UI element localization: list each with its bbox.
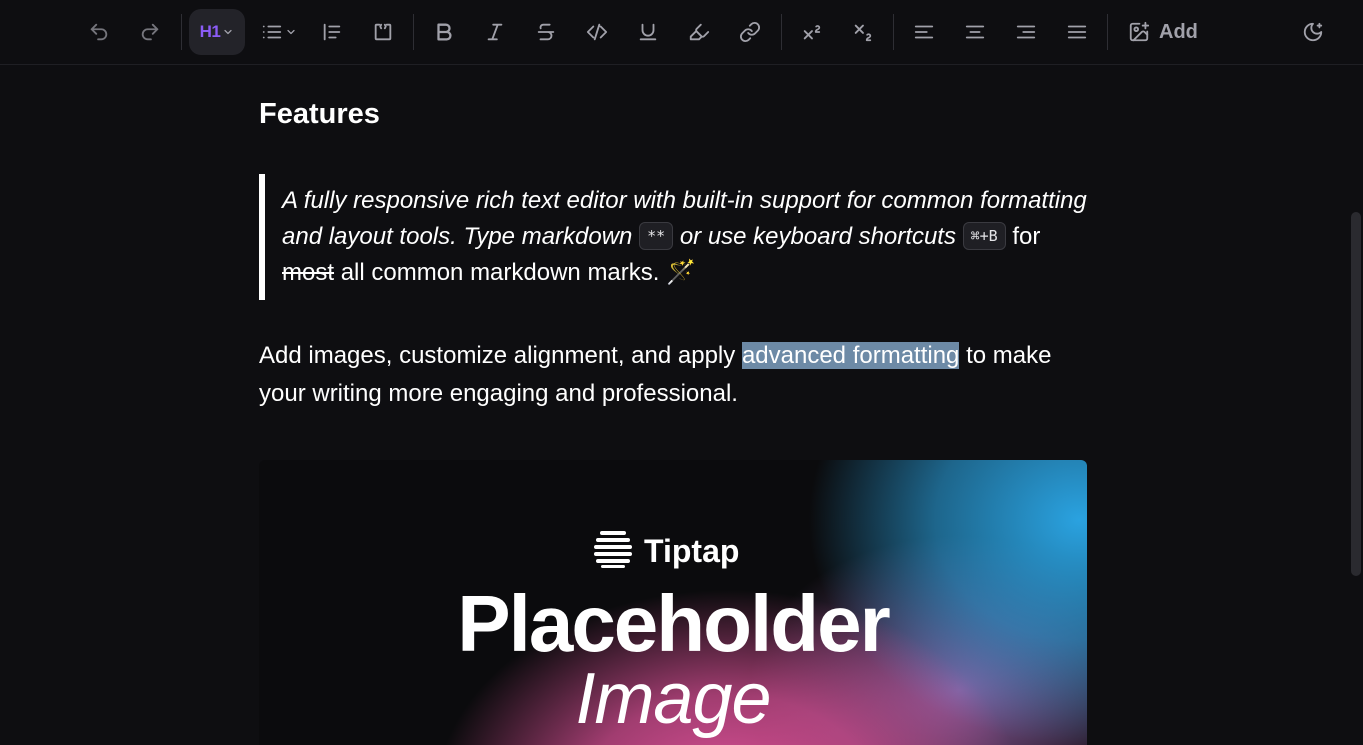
superscript-icon (801, 21, 823, 43)
undo-icon (88, 21, 110, 43)
chevron-down-icon (285, 26, 297, 38)
italic-icon (484, 21, 506, 43)
strikethrough-button[interactable] (526, 9, 566, 55)
bold-button[interactable] (424, 9, 464, 55)
blockquote-text: A fully responsive rich text editor with… (282, 174, 1089, 291)
align-left-button[interactable] (904, 9, 944, 55)
list-dropdown-button[interactable] (257, 9, 301, 55)
placeholder-title: Placeholder (457, 579, 891, 668)
italic-button[interactable] (475, 9, 515, 55)
markdown-kbd: ** (639, 222, 674, 250)
link-button[interactable] (730, 9, 770, 55)
body-paragraph: Add images, customize alignment, and app… (259, 337, 1099, 413)
align-right-button[interactable] (1006, 9, 1046, 55)
bold-icon (433, 21, 455, 43)
toolbar-separator (781, 14, 782, 50)
underline-icon (637, 21, 659, 43)
align-center-button[interactable] (955, 9, 995, 55)
align-justify-icon (1066, 21, 1088, 43)
code-block-icon (372, 21, 394, 43)
theme-toggle-button[interactable] (1293, 9, 1333, 55)
toolbar-separator (413, 14, 414, 50)
add-image-label: Add (1159, 20, 1198, 43)
align-right-icon (1015, 21, 1037, 43)
blockquote: A fully responsive rich text editor with… (259, 174, 1089, 300)
tiptap-brand-name: Tiptap (644, 532, 740, 569)
strikethrough-text: most (282, 259, 335, 286)
scrollbar-thumb[interactable] (1351, 212, 1361, 576)
quote-text-part: all common markdown marks. (340, 259, 660, 286)
redo-icon (139, 21, 161, 43)
list-icon (261, 21, 283, 43)
add-image-button[interactable]: Add (1118, 9, 1212, 55)
redo-button[interactable] (130, 9, 170, 55)
placeholder-image[interactable]: Tiptap Placeholder Image (259, 460, 1087, 745)
image-plus-icon (1128, 21, 1150, 43)
shortcut-kbd: ⌘+B (962, 222, 1006, 250)
subscript-button[interactable] (843, 9, 883, 55)
toolbar-separator (893, 14, 894, 50)
features-heading: Features (259, 98, 380, 130)
toolbar-separator (181, 14, 182, 50)
subscript-icon (852, 21, 874, 43)
align-left-icon (913, 21, 935, 43)
toolbar-separator (1107, 14, 1108, 50)
link-icon (739, 21, 761, 43)
code-block-button[interactable] (363, 9, 403, 55)
paragraph-text: Add images, customize alignment, and app… (259, 342, 736, 369)
blockquote-icon (321, 21, 343, 43)
placeholder-subtitle: Image (575, 659, 771, 739)
chevron-down-icon (222, 26, 234, 38)
moon-icon (1302, 21, 1324, 43)
heading-label: H1 (199, 22, 221, 41)
align-center-icon (964, 21, 986, 43)
superscript-button[interactable] (792, 9, 832, 55)
highlight-button[interactable] (679, 9, 719, 55)
strikethrough-icon (535, 21, 557, 43)
code-icon (586, 21, 608, 43)
highlighter-icon (688, 21, 710, 43)
selected-text: advanced formatting (741, 342, 960, 369)
editor-toolbar: H1 Add (0, 0, 1363, 65)
quote-text-part: or use keyboard shortcuts (679, 223, 956, 250)
undo-button[interactable] (79, 9, 119, 55)
inline-code-button[interactable] (577, 9, 617, 55)
blockquote-button[interactable] (312, 9, 352, 55)
tiptap-brand: Tiptap (594, 530, 739, 572)
align-justify-button[interactable] (1057, 9, 1097, 55)
quote-text-part: for (1012, 223, 1041, 250)
magic-wand-emoji: 🪄 (666, 259, 696, 286)
heading-dropdown-button[interactable]: H1 (189, 9, 245, 55)
tiptap-logo-icon (594, 530, 632, 572)
underline-button[interactable] (628, 9, 668, 55)
